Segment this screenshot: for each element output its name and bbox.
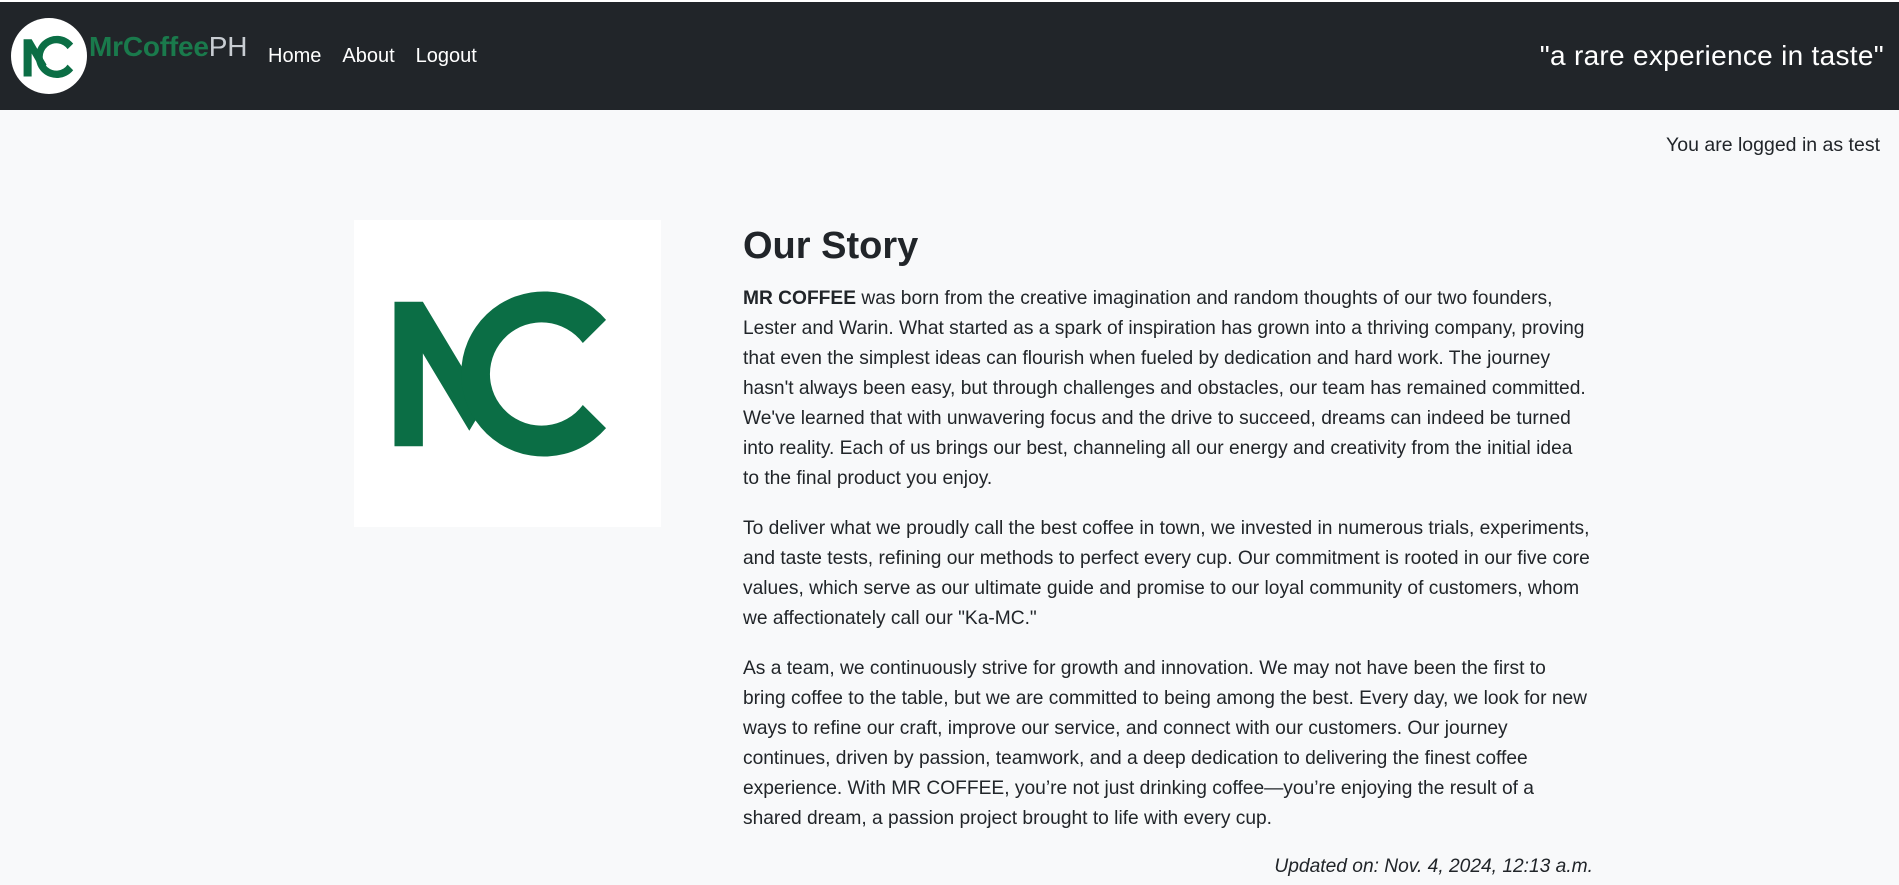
story-paragraph-1-text: was born from the creative imagination a… bbox=[743, 288, 1586, 489]
mc-logo-icon bbox=[11, 18, 87, 94]
brand-highlight: MR COFFEE bbox=[743, 288, 856, 309]
brand-name-strong: MrCoffee bbox=[89, 31, 209, 62]
login-status: You are logged in as test bbox=[1666, 134, 1880, 156]
nav-links: Home About Logout bbox=[268, 45, 498, 68]
nav-logout-link[interactable]: Logout bbox=[416, 45, 477, 68]
nav-about-link[interactable]: About bbox=[342, 45, 394, 68]
story-section: Our Story MR COFFEE was born from the cr… bbox=[743, 220, 1593, 882]
story-paragraph-2: To deliver what we proudly call the best… bbox=[743, 518, 1590, 629]
page-title: Our Story bbox=[743, 225, 919, 267]
nav-home-link[interactable]: Home bbox=[268, 45, 321, 68]
brand-link[interactable]: MrCoffeePH bbox=[11, 18, 247, 94]
brand-name-light: PH bbox=[208, 31, 248, 62]
brand-name: MrCoffeePH bbox=[89, 31, 247, 63]
story-paragraph-3: As a team, we continuously strive for gr… bbox=[743, 658, 1588, 829]
updated-timestamp: Updated on: Nov. 4, 2024, 12:13 a.m. bbox=[1274, 856, 1593, 877]
mc-logo-image bbox=[354, 220, 661, 527]
tagline: "a rare experience in taste" bbox=[1539, 40, 1884, 71]
top-navbar: MrCoffeePH Home About Logout "a rare exp… bbox=[0, 0, 1899, 110]
story-paragraph-1: MR COFFEE was born from the creative ima… bbox=[743, 284, 1593, 494]
